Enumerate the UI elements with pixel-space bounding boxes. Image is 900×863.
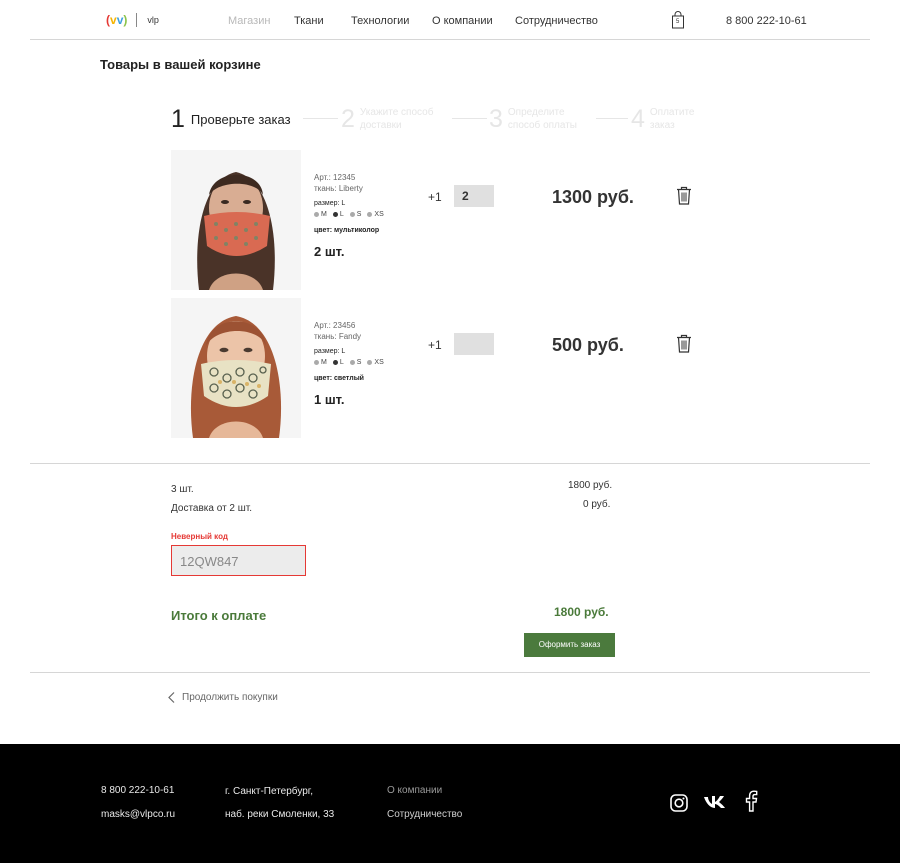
summary-count-sum: 1800 руб.: [568, 480, 613, 491]
summary-delivery-sum: 0 руб.: [583, 499, 611, 510]
step-3-number: 3: [489, 104, 503, 133]
nav-technologies[interactable]: Технологии: [351, 15, 409, 27]
size-selector[interactable]: M L S XS: [314, 359, 384, 366]
summary-delivery-label: Доставка от 2 шт.: [171, 503, 253, 514]
item-article: Арт.: 23456: [314, 321, 356, 330]
footer-link-cooperation[interactable]: Сотрудничество: [387, 809, 462, 820]
size-dot-icon: [367, 360, 373, 365]
item-fabric: ткань: Liberty: [314, 184, 363, 193]
step-4-number: 4: [631, 104, 645, 133]
size-dot-icon: [314, 360, 319, 365]
size-dot-icon: [349, 360, 355, 365]
item-fabric: ткань: Fandy: [314, 332, 362, 341]
continue-shopping-link[interactable]: Продолжить покупки: [168, 692, 278, 703]
footer-email[interactable]: masks@vlpco.ru: [101, 809, 175, 820]
size-dot-icon: [314, 212, 319, 217]
step-2-label: Укажите способ доставки: [359, 107, 434, 131]
step-3-label: Определите способ оплаты: [507, 107, 577, 131]
header-phone[interactable]: 8 800 222-10-61: [726, 15, 807, 27]
logo-divider: [136, 13, 138, 27]
logo[interactable]: (v v) vlp: [106, 13, 159, 27]
item-quantity-label: 1 шт.: [314, 392, 345, 407]
quantity-input[interactable]: 2: [454, 185, 494, 207]
plus-one-button[interactable]: +1: [428, 338, 442, 352]
step-1-number: 1: [171, 105, 185, 133]
size-dot-icon: [332, 360, 338, 365]
promo-error-label: Неверный код: [171, 532, 228, 541]
total-price: 1800 руб.: [554, 605, 609, 619]
instagram-icon[interactable]: [670, 794, 690, 814]
facebook-icon[interactable]: [744, 790, 764, 812]
step-4[interactable]: 4 Оплатите заказ: [631, 106, 710, 132]
size-option-xs[interactable]: XS: [367, 359, 384, 366]
size-option-s[interactable]: S: [349, 359, 361, 366]
nav-fabrics[interactable]: Ткани: [294, 15, 324, 27]
cart-icon[interactable]: 5: [671, 11, 685, 29]
size-option-s[interactable]: S: [349, 211, 361, 218]
nav-shop[interactable]: Магазин: [228, 15, 270, 27]
place-order-button[interactable]: Оформить заказ: [524, 633, 615, 657]
step-2-number: 2: [341, 104, 355, 133]
footer-address-line1: г. Санкт-Петербург,: [225, 786, 313, 797]
size-option-m[interactable]: M: [314, 211, 327, 218]
step-1[interactable]: 1 Проверьте заказ: [171, 107, 291, 132]
size-option-l[interactable]: L: [332, 359, 344, 366]
quantity-input[interactable]: [454, 333, 494, 355]
step-1-label: Проверьте заказ: [190, 112, 291, 127]
item-price: 500 руб.: [552, 335, 624, 355]
step-connector: [452, 118, 487, 119]
cart-count: 5: [676, 19, 680, 25]
plus-one-button[interactable]: +1: [428, 190, 442, 204]
logo-mark-icon: (v v): [106, 13, 127, 27]
summary-count-label: 3 шт.: [171, 484, 194, 495]
trash-icon[interactable]: [676, 334, 692, 353]
size-dot-icon: [332, 212, 338, 217]
trash-icon[interactable]: [676, 186, 692, 205]
continue-shopping-label: Продолжить покупки: [182, 692, 278, 703]
step-2[interactable]: 2 Укажите способ доставки: [341, 106, 440, 132]
cart-divider: [30, 463, 870, 464]
product-photo[interactable]: [171, 150, 301, 290]
chevron-left-icon: [168, 692, 175, 703]
total-label: Итого к оплате: [171, 608, 267, 623]
footer-link-about[interactable]: О компании: [387, 785, 442, 796]
footer-phone[interactable]: 8 800 222-10-61: [101, 785, 174, 796]
item-quantity-label: 2 шт.: [314, 244, 345, 259]
step-3[interactable]: 3 Определите способ оплаты: [489, 106, 588, 132]
item-size: размер: L: [314, 200, 346, 207]
header-divider: [30, 39, 870, 40]
step-connector: [596, 118, 628, 119]
page-title: Товары в вашей корзине: [100, 57, 261, 72]
vk-icon[interactable]: [703, 794, 727, 814]
item-color: цвет: светлый: [314, 375, 364, 382]
footer-address-line2: наб. реки Смоленки, 33: [225, 809, 335, 820]
step-4-label: Оплатите заказ: [649, 107, 695, 131]
size-option-m[interactable]: M: [314, 359, 327, 366]
size-dot-icon: [367, 212, 373, 217]
size-option-xs[interactable]: XS: [367, 211, 384, 218]
nav-about[interactable]: О компании: [432, 15, 493, 27]
footer: [0, 744, 900, 863]
item-article: Арт.: 12345: [314, 173, 356, 182]
logo-text: vlp: [147, 15, 159, 25]
size-option-l[interactable]: L: [332, 211, 344, 218]
item-size: размер: L: [314, 348, 346, 355]
promo-code-input[interactable]: 12QW847: [171, 545, 306, 576]
item-color: цвет: мультиколор: [314, 227, 380, 234]
size-dot-icon: [349, 212, 355, 217]
summary-divider: [30, 672, 870, 673]
item-price: 1300 руб.: [552, 187, 634, 207]
product-photo[interactable]: [171, 298, 301, 438]
step-connector: [303, 118, 338, 119]
size-selector[interactable]: M L S XS: [314, 211, 384, 218]
nav-cooperation[interactable]: Сотрудничество: [515, 15, 598, 27]
